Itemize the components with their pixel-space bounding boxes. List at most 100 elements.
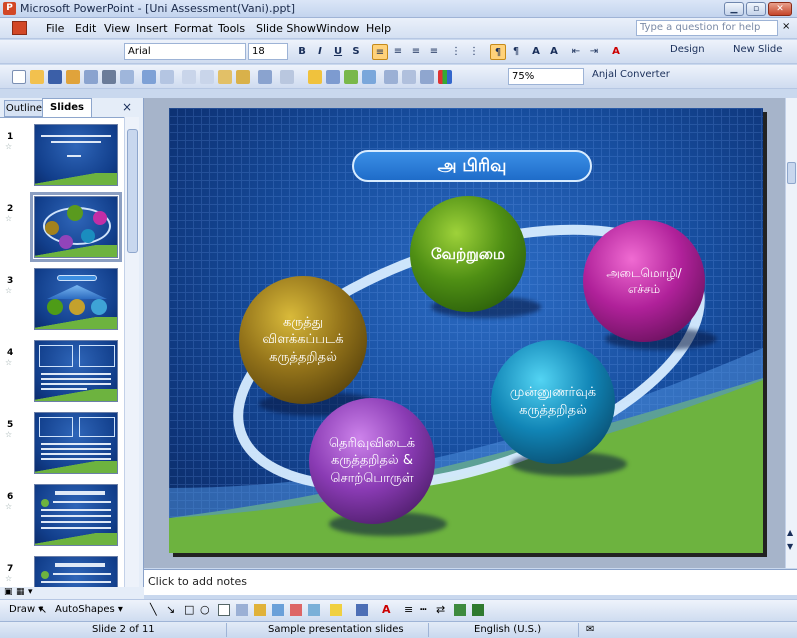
line-color-icon[interactable] bbox=[356, 604, 368, 616]
spelling-status-icon[interactable]: ✉ bbox=[586, 624, 594, 635]
slide-thumbnail-6[interactable] bbox=[34, 484, 118, 546]
menu-view[interactable]: View bbox=[104, 22, 130, 35]
bold-button[interactable]: B bbox=[294, 44, 310, 60]
print-icon[interactable] bbox=[102, 70, 116, 84]
color-grayscale-icon[interactable] bbox=[438, 70, 452, 84]
menu-edit[interactable]: Edit bbox=[75, 22, 96, 35]
slide-scroll-thumb[interactable] bbox=[787, 162, 796, 184]
open-folder-icon[interactable] bbox=[30, 70, 44, 84]
rectangle-icon[interactable]: □ bbox=[184, 603, 194, 616]
zoom-select[interactable]: 75% bbox=[508, 68, 584, 85]
3d-style-icon[interactable] bbox=[472, 604, 484, 616]
email-icon[interactable] bbox=[84, 70, 98, 84]
grid-icon[interactable] bbox=[420, 70, 434, 84]
tab-outline[interactable]: Outline bbox=[4, 100, 44, 117]
next-slide-icon[interactable]: ▼ bbox=[787, 542, 793, 551]
clip-art-icon[interactable] bbox=[290, 604, 302, 616]
slide-scrollbar[interactable]: ▲ ▼ bbox=[785, 98, 797, 568]
hyperlink-icon[interactable] bbox=[362, 70, 376, 84]
notes-placeholder[interactable]: Click to add notes bbox=[148, 575, 247, 588]
font-color-icon[interactable]: A bbox=[608, 44, 624, 60]
vertical-textbox-icon[interactable] bbox=[236, 604, 248, 616]
align-right-icon[interactable]: ≡ bbox=[408, 44, 424, 60]
textbox-icon[interactable] bbox=[218, 604, 230, 616]
align-center-icon[interactable]: ≡ bbox=[390, 44, 406, 60]
menu-help[interactable]: Help bbox=[366, 22, 391, 35]
slide-thumbnail-5[interactable] bbox=[34, 412, 118, 474]
design-button[interactable]: Design bbox=[670, 44, 705, 55]
shadow-button[interactable]: S bbox=[348, 44, 364, 60]
bubble-right[interactable]: அடைமொழி/ எச்சம் bbox=[583, 220, 705, 342]
menu-insert[interactable]: Insert bbox=[136, 22, 168, 35]
slide-thumbnail-1[interactable] bbox=[34, 124, 118, 186]
slide-sorter-icon[interactable]: ▦ bbox=[16, 587, 25, 597]
bubble-center[interactable]: வேற்றுமை bbox=[410, 196, 526, 312]
select-pointer-icon[interactable]: ↖ bbox=[38, 603, 47, 616]
paragraph-icon[interactable]: ¶ bbox=[508, 44, 524, 60]
line-style-icon[interactable]: ≡ bbox=[404, 603, 413, 616]
insert-chart-icon[interactable] bbox=[308, 70, 322, 84]
justify-icon[interactable]: ≡ bbox=[426, 44, 442, 60]
spelling-icon[interactable] bbox=[142, 70, 156, 84]
wordart-icon[interactable] bbox=[254, 604, 266, 616]
help-search-input[interactable]: Type a question for help bbox=[636, 20, 778, 36]
cut-icon[interactable] bbox=[182, 70, 196, 84]
print-preview-icon[interactable] bbox=[120, 70, 134, 84]
tables-borders-icon[interactable] bbox=[344, 70, 358, 84]
fill-color-icon[interactable] bbox=[330, 604, 342, 616]
shadow-style-icon[interactable] bbox=[454, 604, 466, 616]
new-document-icon[interactable] bbox=[12, 70, 26, 84]
line-icon[interactable]: ╲ bbox=[150, 603, 157, 616]
permission-icon[interactable] bbox=[66, 70, 80, 84]
slide-title[interactable]: அ பிரிவு bbox=[352, 150, 592, 182]
font-color-draw-icon[interactable]: A bbox=[382, 603, 391, 616]
arrow-style-icon[interactable]: ⇄ bbox=[436, 603, 445, 616]
menu-file[interactable]: File bbox=[46, 22, 64, 35]
undo-icon[interactable] bbox=[258, 70, 272, 84]
maximize-button[interactable]: ▫ bbox=[746, 2, 766, 16]
normal-view-icon[interactable]: ▣ bbox=[4, 587, 13, 597]
format-painter-icon[interactable] bbox=[236, 70, 250, 84]
thumbnail-scroll-thumb[interactable] bbox=[127, 129, 138, 253]
decrease-indent-icon[interactable]: ⇤ bbox=[568, 44, 584, 60]
increase-font-icon[interactable]: A bbox=[528, 44, 544, 60]
menu-format[interactable]: Format bbox=[174, 22, 213, 35]
oval-icon[interactable]: ○ bbox=[200, 603, 210, 616]
bubble-left[interactable]: கருத்து விளக்கப்படக் கருத்தறிதல் bbox=[239, 276, 367, 404]
increase-indent-icon[interactable]: ⇥ bbox=[586, 44, 602, 60]
slide-thumbnail-3[interactable] bbox=[34, 268, 118, 330]
minimize-button[interactable]: ▁ bbox=[724, 2, 744, 16]
bubble-lower-right[interactable]: முன்னுணர்வுக் கருத்தறிதல் bbox=[491, 340, 615, 464]
save-icon[interactable] bbox=[48, 70, 62, 84]
research-icon[interactable] bbox=[160, 70, 174, 84]
powerpoint-app-icon[interactable]: P bbox=[3, 2, 16, 15]
pane-close-icon[interactable]: × bbox=[122, 100, 132, 114]
anjal-converter-button[interactable]: Anjal Converter bbox=[592, 69, 670, 80]
show-formatting-icon[interactable] bbox=[402, 70, 416, 84]
tab-slides[interactable]: Slides bbox=[42, 98, 92, 117]
expand-all-icon[interactable] bbox=[384, 70, 398, 84]
text-direction-icon[interactable]: ¶ bbox=[490, 44, 506, 60]
decrease-font-icon[interactable]: A bbox=[546, 44, 562, 60]
slide-thumbnail-2[interactable] bbox=[30, 192, 122, 262]
copy-icon[interactable] bbox=[200, 70, 214, 84]
slide-canvas[interactable]: அ பிரிவு வேற்றுமை அடைமொழி/ எச்சம் கருத்த… bbox=[169, 108, 763, 553]
font-name-select[interactable]: Arial bbox=[124, 43, 246, 60]
align-left-icon[interactable]: ≡ bbox=[372, 44, 388, 60]
redo-icon[interactable] bbox=[280, 70, 294, 84]
arrow-icon[interactable]: ↘ bbox=[166, 603, 175, 616]
slide-thumbnail-4[interactable] bbox=[34, 340, 118, 402]
menu-window[interactable]: Window bbox=[316, 22, 359, 35]
bullets-icon[interactable]: ⋮ bbox=[466, 44, 482, 60]
menu-slide-show[interactable]: Slide Show bbox=[256, 22, 316, 35]
autoshapes-menu[interactable]: AutoShapes ▾ bbox=[55, 604, 123, 615]
slide-show-icon[interactable]: ▾ bbox=[28, 587, 33, 597]
picture-icon[interactable] bbox=[308, 604, 320, 616]
previous-slide-icon[interactable]: ▲ bbox=[787, 528, 793, 537]
document-close-icon[interactable]: × bbox=[782, 21, 790, 32]
notes-pane[interactable]: Click to add notes bbox=[144, 569, 797, 595]
new-slide-button[interactable]: New Slide bbox=[733, 44, 782, 55]
diagram-icon[interactable] bbox=[272, 604, 284, 616]
paste-icon[interactable] bbox=[218, 70, 232, 84]
italic-button[interactable]: I bbox=[312, 44, 328, 60]
